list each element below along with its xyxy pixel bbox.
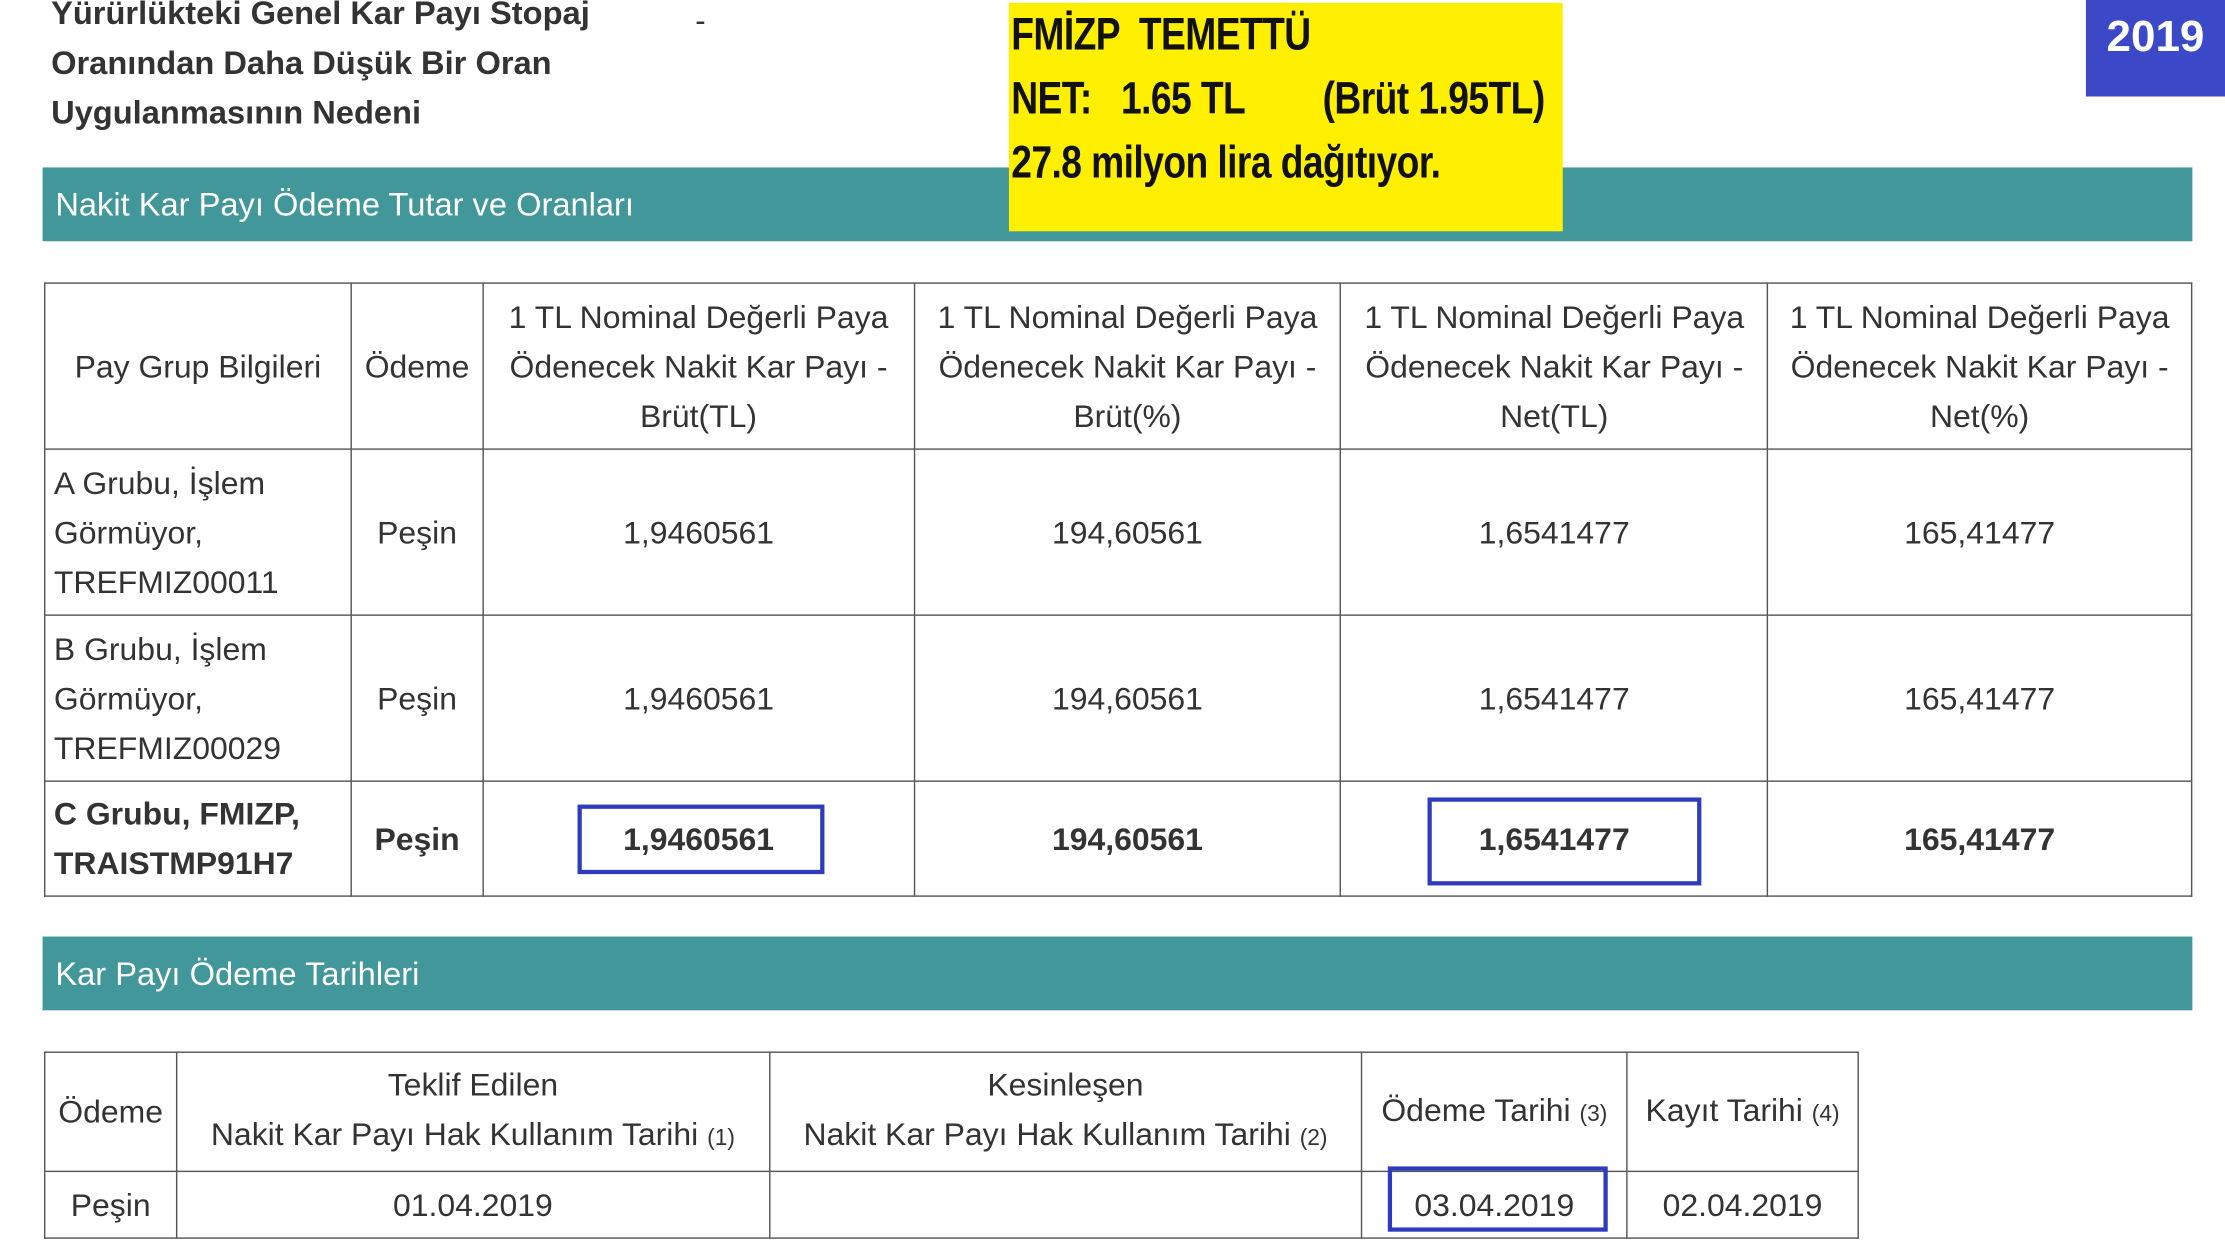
section-header-payment-dates: Kar Payı Ödeme Tarihleri <box>42 936 2193 1011</box>
proposed-subtitle: Nakit Kar Payı Hak Kullanım Tarihi <box>210 1116 699 1153</box>
payment-dates-table: Ödeme Teklif Edilen Nakit Kar Payı Hak K… <box>43 1051 1859 1239</box>
col-header-net-pct: 1 TL Nominal Değerli Paya Ödenecek Nakit… <box>1766 282 2193 450</box>
dividend-highlight-box: FMİZP TEMETTÜ NET: 1.65 TL (Brüt 1.95TL)… <box>1008 2 1563 232</box>
cell-group: C Grubu, FMIZP, TRAISTMP91H7 <box>43 780 352 897</box>
cell-gross-tl: 1,9460561 <box>482 448 915 616</box>
cell-payment: Peşin <box>350 448 484 616</box>
paydate-title: Ödeme Tarihi <box>1381 1091 1571 1128</box>
record-title: Kayıt Tarihi <box>1645 1091 1803 1128</box>
proposed-title: Teklif Edilen <box>387 1067 559 1103</box>
cell-group: B Grubu, İşlem Görmüyor, TREFMIZ00029 <box>43 614 352 782</box>
cell-payment: Peşin <box>350 780 484 897</box>
col-header-gross-pct: 1 TL Nominal Değerli Paya Ödenecek Nakit… <box>913 282 1342 450</box>
table-row-c-group: C Grubu, FMIZP, TRAISTMP91H7 Peşin 1,946… <box>43 780 2193 897</box>
cell-gross-tl: 1,9460561 <box>482 614 915 782</box>
col-header-payment: Ödeme <box>43 1051 178 1173</box>
footnote-ref: (4) <box>1811 1101 1840 1126</box>
highlight-line-total: 27.8 milyon lira dağıtıyor. <box>1011 136 1441 188</box>
final-title: Kesinleşen <box>987 1067 1144 1103</box>
cell-net-pct: 165,41477 <box>1766 614 2193 782</box>
cell-net-pct: 165,41477 <box>1766 448 2193 616</box>
col-header-net-tl: 1 TL Nominal Değerli Paya Ödenecek Nakit… <box>1340 282 1769 450</box>
table-row: A Grubu, İşlem Görmüyor, TREFMIZ00011 Pe… <box>43 448 2193 616</box>
col-header-final-date: Kesinleşen Nakit Kar Payı Hak Kullanım T… <box>768 1051 1363 1173</box>
highlight-line-title: FMİZP TEMETTÜ <box>1011 8 1311 60</box>
cell-net-pct: 165,41477 <box>1766 780 2193 897</box>
table-row: B Grubu, İşlem Görmüyor, TREFMIZ00029 Pe… <box>43 614 2193 782</box>
intro-line-1: Yürürlükteki Genel Kar Payı Stopaj <box>51 0 590 32</box>
cell-gross-pct: 194,60561 <box>913 614 1342 782</box>
withholding-reason-label: Yürürlükteki Genel Kar Payı Stopaj Oranı… <box>51 0 690 138</box>
cell-net-tl: 1,6541477 <box>1340 448 1769 616</box>
table-row: Peşin 01.04.2019 03.04.2019 02.04.2019 <box>43 1170 1859 1239</box>
footnote-ref: (2) <box>1299 1126 1328 1151</box>
final-subtitle: Nakit Kar Payı Hak Kullanım Tarihi <box>803 1116 1291 1153</box>
cell-record-date: 02.04.2019 <box>1626 1170 1859 1239</box>
col-header-payment: Ödeme <box>350 282 484 450</box>
document-canvas: Yürürlükteki Genel Kar Payı Stopaj Oranı… <box>0 0 2225 1240</box>
cell-net-tl: 1,6541477 <box>1340 780 1769 897</box>
cell-group: A Grubu, İşlem Görmüyor, TREFMIZ00011 <box>43 448 352 616</box>
col-header-payment-date: Ödeme Tarihi (3) <box>1361 1051 1628 1173</box>
payment-amounts-table: Pay Grup Bilgileri Ödeme 1 TL Nominal De… <box>43 282 2193 897</box>
highlight-line-net: NET: 1.65 TL (Brüt 1.95TL) <box>1011 72 1545 124</box>
intro-line-3: Uygulanmasının Nedeni <box>51 93 422 131</box>
table-header-row: Pay Grup Bilgileri Ödeme 1 TL Nominal De… <box>43 282 2193 450</box>
col-header-gross-tl: 1 TL Nominal Değerli Paya Ödenecek Nakit… <box>482 282 915 450</box>
cell-final-date <box>768 1170 1363 1239</box>
col-header-group: Pay Grup Bilgileri <box>43 282 352 450</box>
year-badge: 2019 <box>2085 0 2225 97</box>
cell-proposed-date: 01.04.2019 <box>175 1170 770 1239</box>
table-header-row: Ödeme Teklif Edilen Nakit Kar Payı Hak K… <box>43 1051 1859 1173</box>
cell-net-tl: 1,6541477 <box>1340 614 1769 782</box>
cell-payment-date: 03.04.2019 <box>1361 1170 1628 1239</box>
footnote-ref: (3) <box>1579 1101 1608 1126</box>
footnote-ref: (1) <box>707 1126 735 1151</box>
withholding-reason-value: - <box>695 2 706 39</box>
cell-gross-pct: 194,60561 <box>913 448 1342 616</box>
cell-gross-tl: 1,9460561 <box>482 780 915 897</box>
col-header-proposed-date: Teklif Edilen Nakit Kar Payı Hak Kullanı… <box>175 1051 770 1173</box>
intro-line-2: Oranından Daha Düşük Bir Oran <box>51 43 552 81</box>
cell-payment: Peşin <box>350 614 484 782</box>
col-header-record-date: Kayıt Tarihi (4) <box>1626 1051 1859 1173</box>
cell-payment: Peşin <box>43 1170 178 1239</box>
cell-gross-pct: 194,60561 <box>913 780 1342 897</box>
